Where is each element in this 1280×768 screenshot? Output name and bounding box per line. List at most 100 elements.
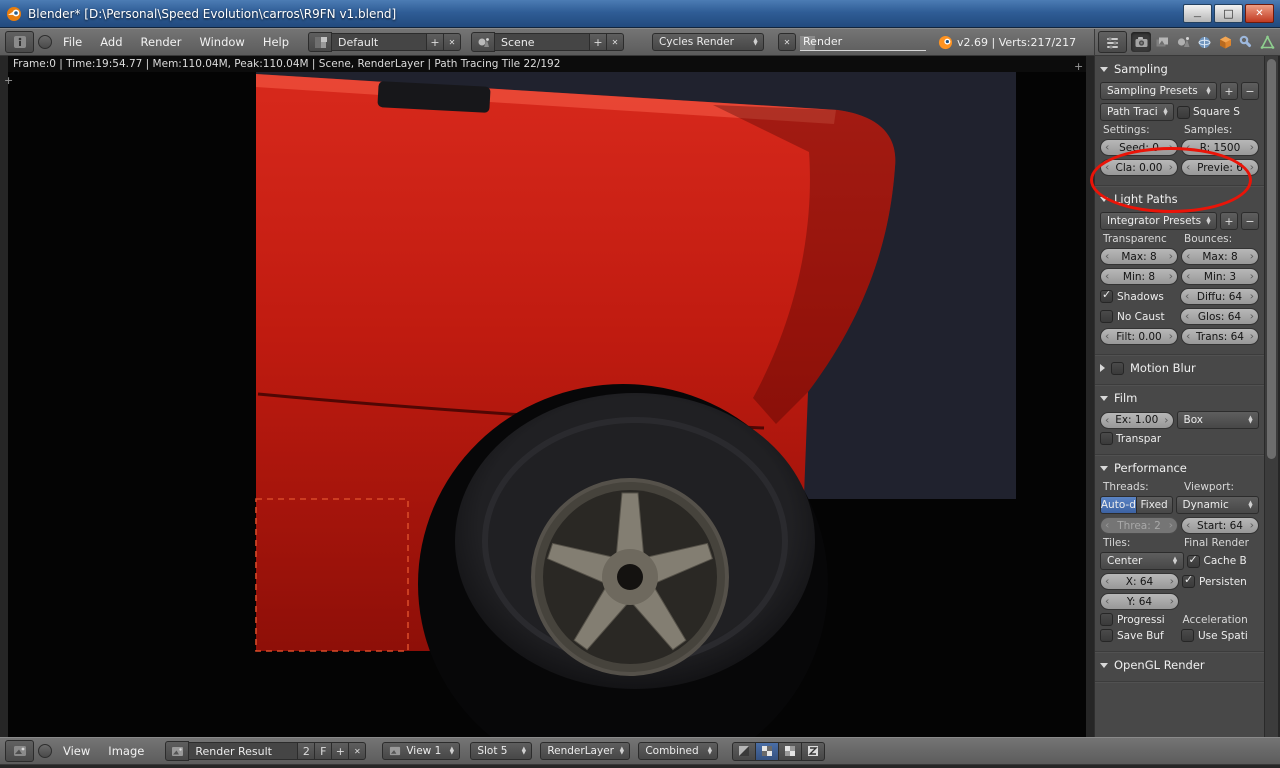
scene-field[interactable]: Scene (494, 33, 591, 51)
draw-channel-z-button[interactable] (801, 741, 826, 761)
menu-window[interactable]: Window (192, 35, 251, 49)
render-samples-field[interactable]: R: 1500 (1181, 139, 1259, 156)
fake-user-button[interactable]: F (314, 742, 333, 760)
seed-field[interactable]: Seed: 0 (1100, 139, 1178, 156)
add-scene-button[interactable] (589, 33, 608, 51)
draw-channel-color-button[interactable] (732, 741, 757, 761)
glossy-bounces-field[interactable]: Glos: 64 (1180, 308, 1259, 325)
delete-scene-button[interactable] (606, 33, 625, 51)
draw-channel-alpha-button[interactable] (778, 741, 803, 761)
film-panel-header[interactable]: Film (1100, 388, 1259, 408)
properties-scrollbar[interactable] (1264, 56, 1278, 737)
image-users-button[interactable]: 2 (297, 742, 316, 760)
area-split-widget[interactable]: + (4, 75, 13, 86)
transparency-min-field[interactable]: Min: 8 (1100, 268, 1178, 285)
viewport-bvh-dropdown[interactable]: Dynamic (1175, 496, 1259, 514)
unlink-image-button[interactable] (348, 742, 367, 760)
remove-sampling-preset-button[interactable] (1241, 82, 1259, 100)
tab-object-data[interactable] (1257, 32, 1277, 52)
tile-order-dropdown[interactable]: Center (1100, 552, 1184, 570)
integrator-presets-dropdown[interactable]: Integrator Presets (1100, 212, 1217, 230)
menu-file[interactable]: File (56, 35, 89, 49)
cache-bvh-checkbox[interactable] (1186, 553, 1200, 568)
render-slot-dropdown[interactable]: Slot 5 (470, 742, 533, 760)
start-resolution-field[interactable]: Start: 64 (1181, 517, 1259, 534)
threads-fixed-toggle[interactable]: Fixed (1135, 496, 1173, 514)
light-paths-panel-header[interactable]: Light Paths (1100, 189, 1259, 209)
sampling-panel-header[interactable]: Sampling (1100, 59, 1259, 79)
menu-add[interactable]: Add (93, 35, 129, 49)
motion-blur-checkbox[interactable] (1111, 361, 1124, 375)
threads-auto-toggle[interactable]: Auto-d (1100, 496, 1137, 514)
transmission-bounces-field[interactable]: Trans: 64 (1181, 328, 1259, 345)
properties-editor-type-button[interactable] (1098, 31, 1127, 53)
image-name-field[interactable]: Render Result (188, 742, 299, 760)
save-buffers-checkbox[interactable] (1100, 629, 1113, 642)
tile-x-field[interactable]: X: 64 (1100, 573, 1179, 590)
bounces-min-field[interactable]: Min: 3 (1181, 268, 1259, 285)
use-spatial-splits-checkbox[interactable] (1181, 629, 1194, 642)
browse-screen-layout-button[interactable] (308, 32, 333, 52)
tile-y-field[interactable]: Y: 64 (1100, 593, 1179, 610)
cancel-render-button[interactable] (778, 33, 797, 51)
square-samples-checkbox[interactable] (1177, 105, 1190, 119)
browse-scene-button[interactable] (471, 32, 496, 52)
filter-type-dropdown[interactable]: Box (1176, 411, 1259, 429)
progressive-refine-checkbox[interactable] (1100, 613, 1113, 626)
new-image-button[interactable] (331, 742, 350, 760)
performance-panel-header[interactable]: Performance (1100, 458, 1259, 478)
draw-channel-color-alpha-button[interactable] (755, 741, 780, 761)
window-close-button[interactable] (1245, 4, 1274, 23)
panel-expand-icon (1100, 395, 1108, 401)
render-engine-dropdown[interactable]: Cycles Render (652, 33, 765, 51)
add-sampling-preset-button[interactable] (1220, 82, 1238, 100)
tab-scene[interactable] (1173, 32, 1193, 52)
collapse-menus-icon[interactable] (38, 744, 52, 758)
opengl-render-panel-header[interactable]: OpenGL Render (1100, 655, 1259, 675)
dropdown-arrows-icon (705, 747, 714, 755)
transparent-checkbox[interactable] (1100, 432, 1113, 445)
add-integrator-preset-button[interactable] (1220, 212, 1238, 230)
sampling-presets-dropdown[interactable]: Sampling Presets (1100, 82, 1217, 100)
integrator-mode-dropdown[interactable]: Path Traci (1100, 103, 1174, 121)
render-pass-dropdown[interactable]: Combined (638, 742, 719, 760)
remove-integrator-preset-button[interactable] (1241, 212, 1259, 230)
dropdown-arrows-icon (1204, 217, 1213, 225)
exposure-field[interactable]: Ex: 1.00 (1100, 411, 1174, 429)
image-editor-type-button[interactable] (5, 740, 34, 762)
menu-view[interactable]: View (56, 744, 97, 758)
scrollbar-thumb[interactable] (1267, 59, 1276, 459)
collapse-menus-icon[interactable] (38, 35, 52, 49)
window-maximize-button[interactable] (1214, 4, 1243, 23)
no-caustics-checkbox[interactable] (1100, 310, 1113, 323)
screen-layout-field[interactable]: Default (331, 33, 428, 51)
browse-image-button[interactable] (165, 741, 190, 761)
menu-image[interactable]: Image (101, 744, 151, 758)
diffuse-bounces-field[interactable]: Diffu: 64 (1180, 288, 1259, 305)
delete-screen-layout-button[interactable] (443, 33, 462, 51)
add-screen-layout-button[interactable] (426, 33, 445, 51)
menu-render[interactable]: Render (134, 35, 189, 49)
persistent-images-checkbox[interactable] (1182, 573, 1195, 588)
area-split-widget[interactable]: + (1074, 61, 1083, 72)
window-minimize-button[interactable] (1183, 4, 1212, 23)
object-data-tab-icon (1260, 34, 1274, 49)
tab-object[interactable] (1215, 32, 1235, 52)
transparency-max-field[interactable]: Max: 8 (1100, 248, 1178, 265)
window-titlebar[interactable]: Blender* [D:\Personal\Speed Evolution\ca… (0, 0, 1280, 28)
tab-world[interactable] (1194, 32, 1214, 52)
view-dropdown[interactable]: View 1 (382, 742, 461, 760)
filter-glossy-field[interactable]: Filt: 0.00 (1100, 328, 1178, 345)
shadows-checkbox[interactable] (1100, 288, 1113, 303)
motion-blur-panel-header[interactable]: Motion Blur (1100, 358, 1259, 378)
tab-modifiers[interactable] (1236, 32, 1256, 52)
preview-samples-field[interactable]: Previe: 6 (1181, 159, 1259, 176)
bounces-max-field[interactable]: Max: 8 (1181, 248, 1259, 265)
menu-help[interactable]: Help (256, 35, 296, 49)
clamp-field[interactable]: Cla: 0.00 (1100, 159, 1178, 176)
editor-type-button[interactable] (5, 31, 34, 53)
tab-render[interactable] (1131, 32, 1151, 52)
render-layer-dropdown[interactable]: RenderLayer (540, 742, 631, 760)
tab-render-layers[interactable] (1152, 32, 1172, 52)
tiles-label: Tiles: (1103, 537, 1131, 549)
